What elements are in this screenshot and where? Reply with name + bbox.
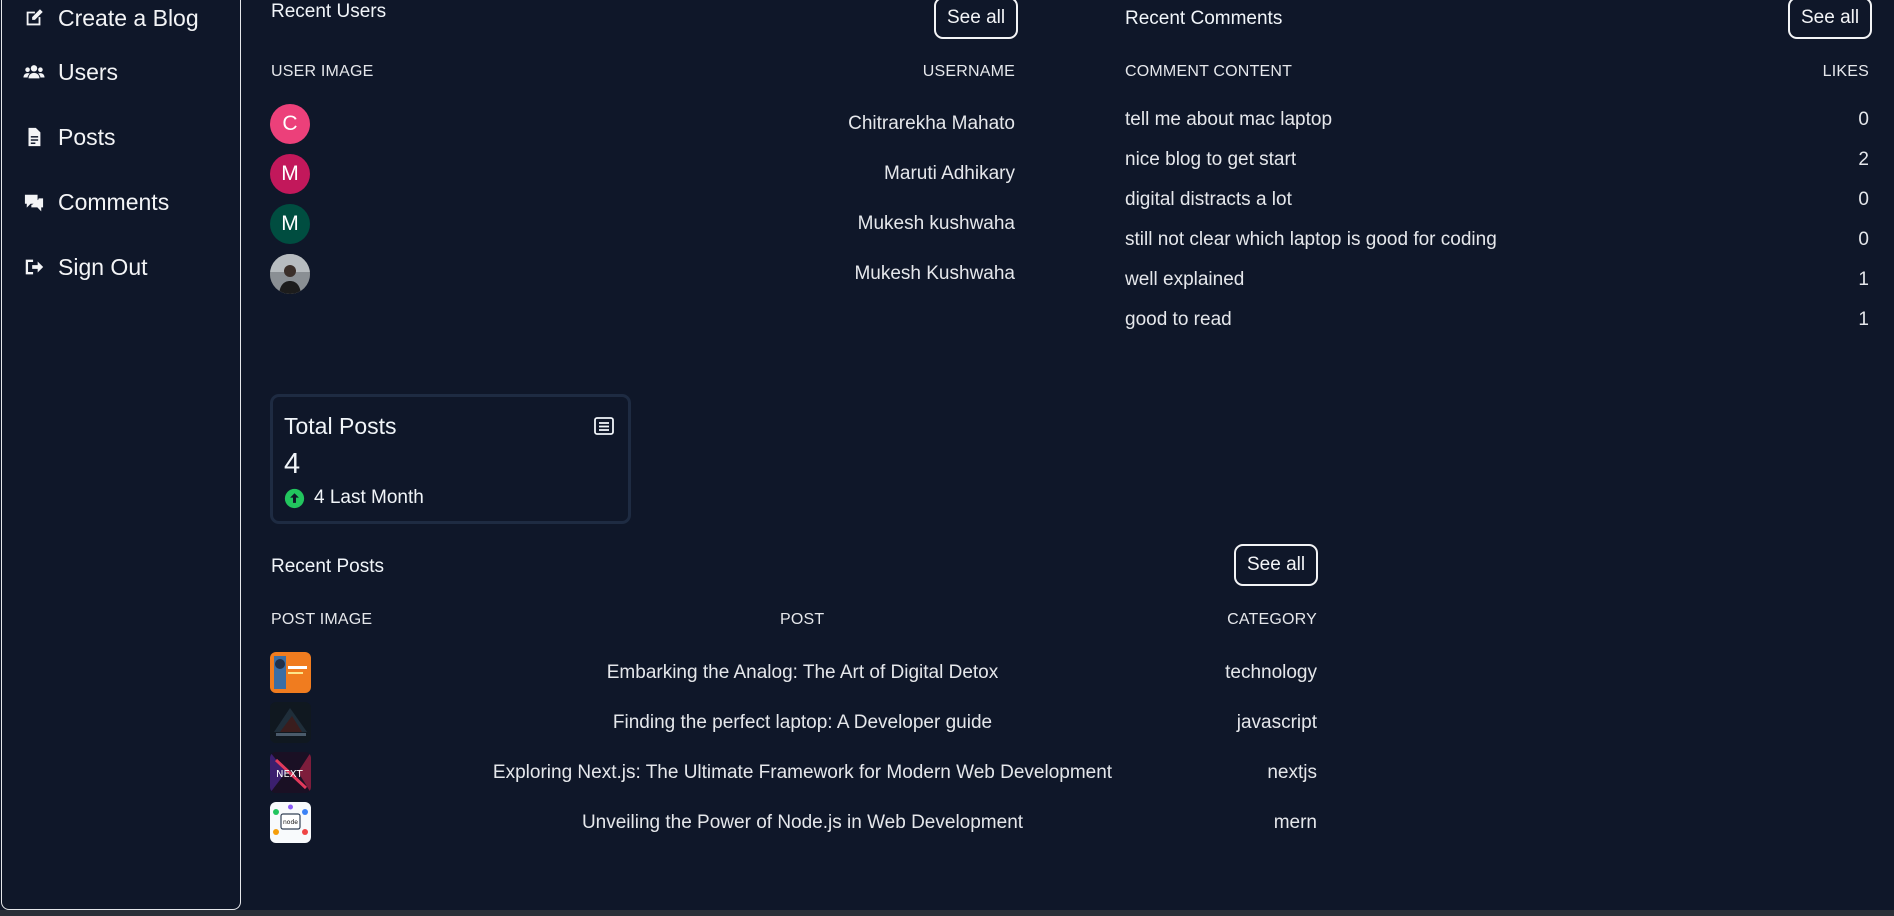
avatar-photo — [270, 254, 310, 294]
user-image-header: USER IMAGE — [271, 63, 374, 80]
total-posts-value: 4 — [284, 448, 301, 480]
comments-icon — [22, 190, 46, 214]
post-thumbnail: NEXT — [270, 752, 311, 793]
post-title[interactable]: Finding the perfect laptop: A Developer … — [383, 712, 1222, 734]
comment-likes: 1 — [1858, 309, 1869, 330]
username: Mukesh kushwaha — [857, 213, 1015, 234]
comment-likes: 0 — [1858, 189, 1869, 210]
comment-content: digital distracts a lot — [1125, 189, 1292, 210]
comment-content: nice blog to get start — [1125, 149, 1297, 170]
username: Maruti Adhikary — [884, 163, 1015, 184]
recent-users-see-all-button[interactable]: See all — [934, 0, 1019, 39]
post-category: technology — [1225, 662, 1317, 683]
edit-square-icon — [22, 6, 46, 30]
post-image-nodejs: node — [270, 802, 311, 843]
total-posts-card: Total Posts 4 4 Last Month — [270, 394, 631, 524]
sidebar-item-sign-out[interactable]: Sign Out — [22, 247, 148, 287]
sidebar-item-label: Posts — [58, 123, 116, 150]
post-title[interactable]: Unveiling the Power of Node.js in Web De… — [383, 812, 1222, 834]
sidebar-item-label: Create a Blog — [58, 4, 199, 31]
category-header: CATEGORY — [1227, 611, 1317, 628]
sign-out-icon — [22, 255, 46, 279]
trend-label: 4 Last Month — [314, 487, 424, 508]
comment-content-header: COMMENT CONTENT — [1125, 63, 1293, 80]
post-thumbnail: node — [270, 802, 311, 843]
sidebar-item-comments[interactable]: Comments — [22, 182, 169, 222]
comment-content: tell me about mac laptop — [1125, 109, 1333, 130]
post-image-header: POST IMAGE — [271, 611, 373, 628]
post-thumbnail — [270, 652, 311, 693]
recent-comments-see-all-button[interactable]: See all — [1788, 0, 1873, 39]
comment-likes: 0 — [1858, 109, 1869, 130]
avatar: M — [270, 204, 310, 244]
user-photo-icon — [270, 254, 310, 294]
arrow-up-circle-icon — [284, 488, 305, 508]
svg-text:node: node — [283, 819, 298, 826]
avatar: M — [270, 154, 310, 194]
dashboard: Create a Blog Users Posts Comments Sign … — [0, 0, 1894, 916]
post-category: mern — [1273, 812, 1317, 833]
sidebar-item-label: Users — [58, 58, 119, 85]
sidebar-item-create-blog[interactable]: Create a Blog — [22, 0, 199, 38]
post-title[interactable]: Exploring Next.js: The Ultimate Framewor… — [383, 762, 1222, 784]
comment-content: good to read — [1125, 309, 1232, 330]
comment-likes: 0 — [1858, 229, 1869, 250]
post-header: POST — [780, 611, 825, 628]
post-image-laptop — [270, 702, 311, 743]
comment-content: still not clear which laptop is good for… — [1125, 229, 1497, 250]
window-bottom-edge — [0, 910, 1894, 916]
list-icon — [594, 417, 614, 435]
post-title[interactable]: Embarking the Analog: The Art of Digital… — [383, 662, 1222, 684]
post-image-detox — [270, 652, 311, 693]
sidebar-item-posts[interactable]: Posts — [22, 117, 116, 157]
sidebar-item-label: Comments — [58, 188, 170, 215]
username: Mukesh Kushwaha — [854, 263, 1015, 284]
document-icon — [22, 125, 46, 149]
comment-likes: 1 — [1858, 269, 1869, 290]
total-posts-title: Total Posts — [284, 413, 397, 439]
recent-posts-title: Recent Posts — [271, 556, 384, 577]
recent-users-title: Recent Users — [271, 1, 387, 22]
post-thumbnail — [270, 702, 311, 743]
comment-likes: 2 — [1858, 149, 1869, 170]
likes-header: LIKES — [1822, 63, 1869, 80]
users-icon — [22, 60, 46, 84]
post-image-nextjs: NEXT — [270, 752, 311, 793]
total-posts-trend: 4 Last Month — [284, 487, 424, 509]
avatar: C — [270, 104, 310, 144]
sidebar: Create a Blog Users Posts Comments Sign … — [1, 0, 241, 910]
post-category: nextjs — [1267, 762, 1317, 783]
post-category: javascript — [1236, 712, 1317, 733]
svg-text:NEXT: NEXT — [276, 769, 303, 780]
sidebar-item-label: Sign Out — [58, 253, 148, 280]
username-header: USERNAME — [922, 63, 1015, 80]
recent-comments-title: Recent Comments — [1125, 8, 1283, 29]
comment-content: well explained — [1125, 269, 1245, 290]
recent-posts-see-all-button[interactable]: See all — [1234, 544, 1319, 586]
sidebar-item-users[interactable]: Users — [22, 52, 118, 92]
username: Chitrarekha Mahato — [848, 113, 1015, 134]
